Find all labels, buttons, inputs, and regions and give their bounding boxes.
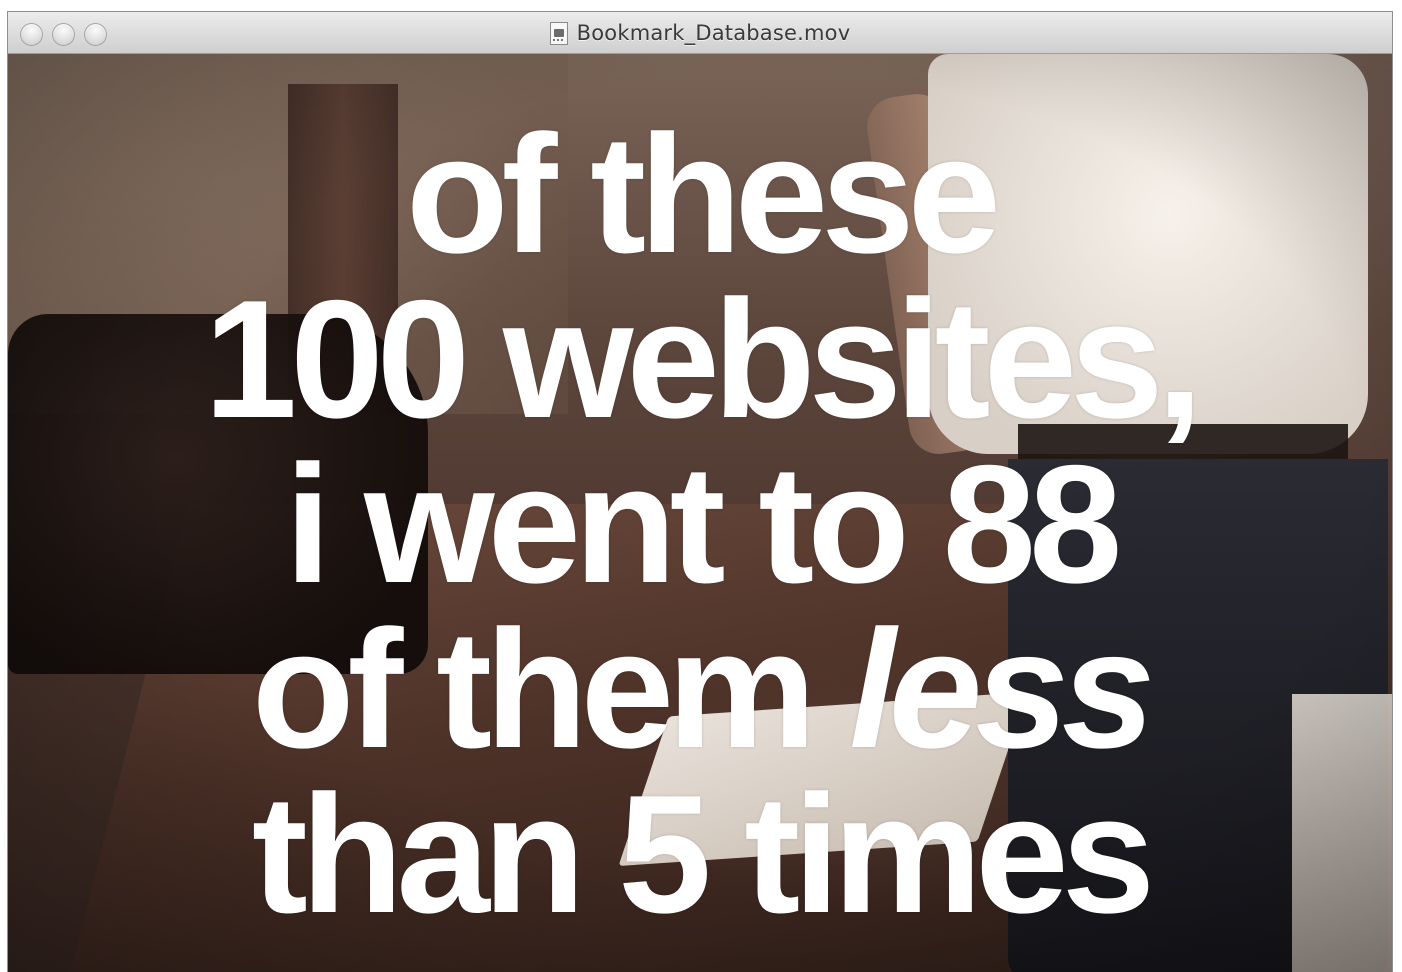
video-caption: of these 100 websites, i went to 88 of t… (8, 100, 1392, 948)
quicktime-window: Bookmark_Database.mov of these 100 websi… (8, 12, 1392, 972)
movie-document-icon (549, 21, 568, 45)
caption-line-3: i went to 88 (284, 430, 1123, 618)
caption-emphasis: less (849, 595, 1155, 783)
video-frame[interactable]: of these 100 websites, i went to 88 of t… (8, 54, 1392, 972)
caption-line-5: than 5 times (251, 760, 1155, 948)
caption-line-1: of these (405, 100, 1001, 288)
window-title: Bookmark_Database.mov (576, 21, 851, 45)
title-bar[interactable]: Bookmark_Database.mov (8, 12, 1392, 54)
caption-line-4-start: of them (251, 595, 850, 783)
window-title-group: Bookmark_Database.mov (8, 12, 1392, 54)
caption-line-2: 100 websites, (203, 265, 1203, 453)
caption-line-4: of them less (8, 605, 1392, 773)
